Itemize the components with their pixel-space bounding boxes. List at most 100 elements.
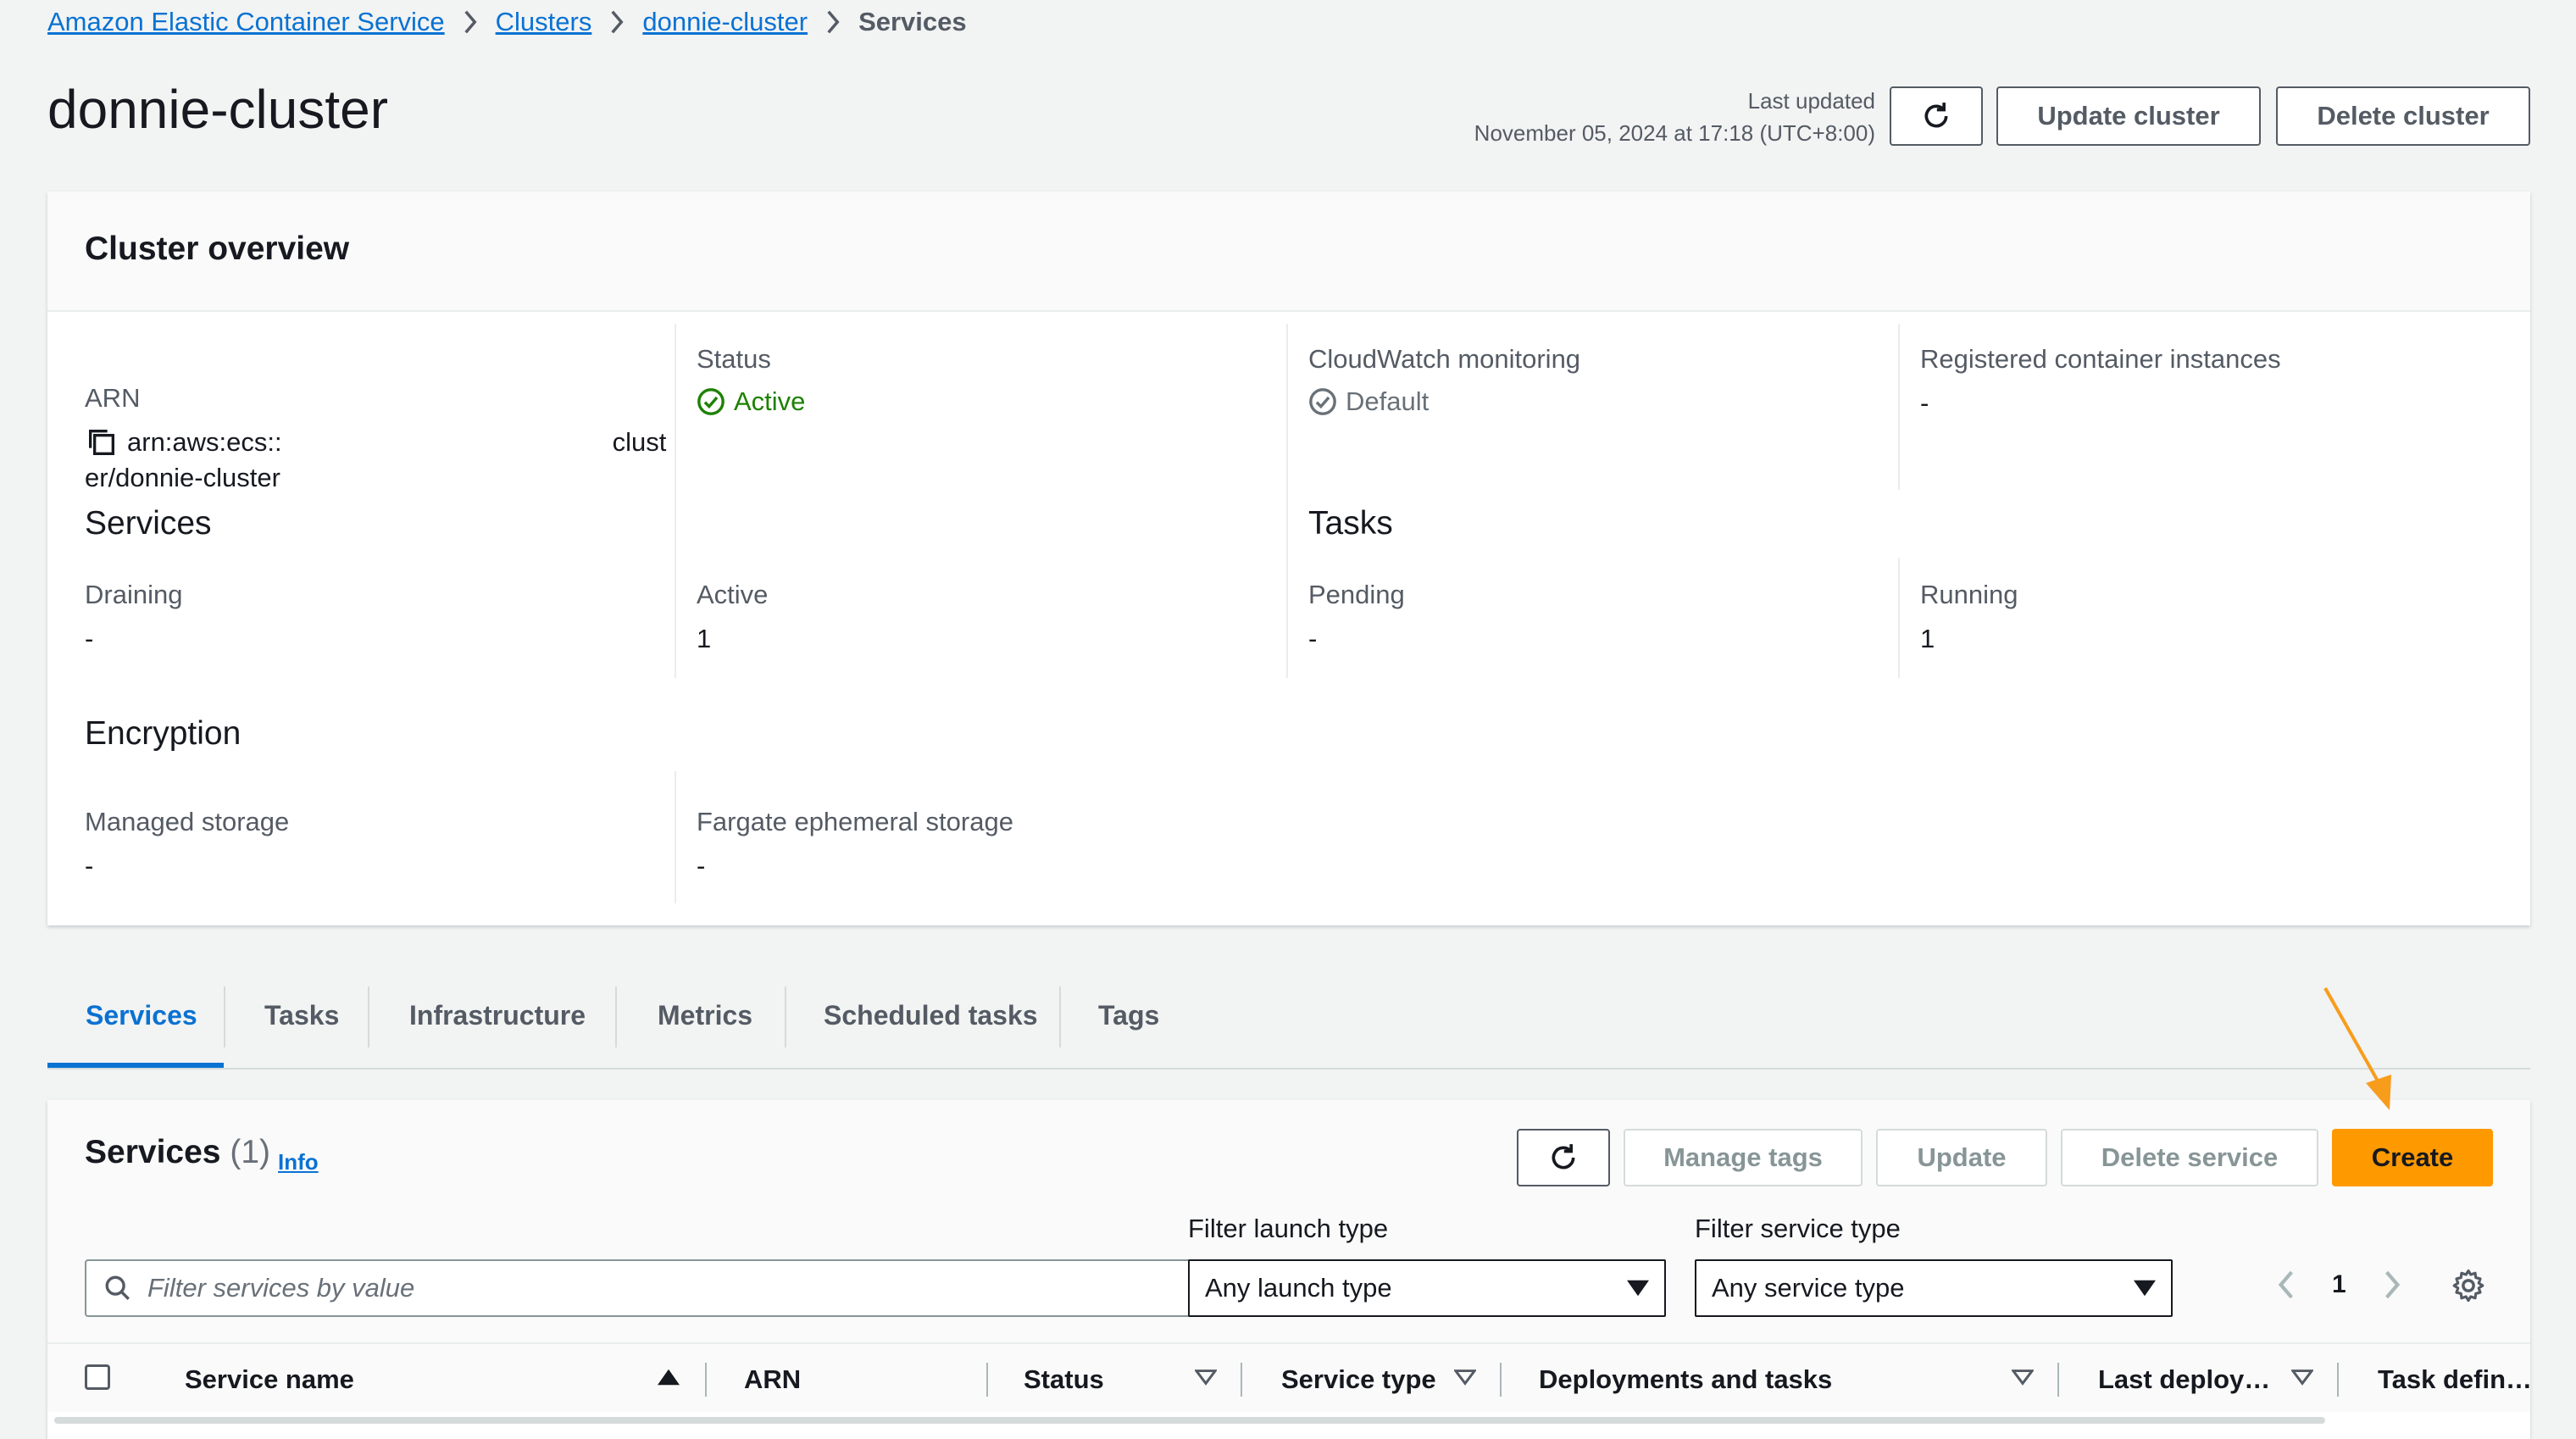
sort-icon[interactable] (1195, 1368, 1217, 1386)
col-status[interactable]: Status (1024, 1364, 1104, 1395)
managed-storage-value: - (85, 851, 94, 881)
active-label: Active (697, 580, 769, 609)
managed-storage-label: Managed storage (85, 807, 290, 836)
breadcrumb-link-cluster[interactable]: donnie-cluster (642, 7, 808, 37)
sort-icon[interactable] (2291, 1368, 2313, 1386)
column-divider[interactable] (705, 1363, 707, 1397)
column-divider[interactable] (1241, 1363, 1242, 1397)
copy-icon[interactable] (85, 425, 119, 459)
registered-label: Registered container instances (1920, 344, 2281, 374)
column-divider[interactable] (2337, 1363, 2339, 1397)
fargate-storage-value: - (697, 851, 706, 881)
service-type-select[interactable]: Any service type (1695, 1259, 2173, 1317)
col-arn[interactable]: ARN (744, 1364, 801, 1395)
divider (675, 771, 676, 903)
filter-launch-label: Filter launch type (1188, 1214, 1389, 1243)
sort-ascending-icon[interactable] (658, 1368, 680, 1386)
annotation-arrow-icon (2323, 987, 2391, 1110)
status-value: Active (697, 386, 805, 417)
tab-divider (368, 986, 369, 1047)
chevron-right-icon (808, 10, 858, 34)
gear-icon[interactable] (2451, 1268, 2486, 1303)
cluster-overview-card: Cluster overview ARN arn:aws:ecs:: clust… (47, 192, 2530, 925)
table-header: Service name ARN Status Service type Dep… (47, 1342, 2530, 1412)
tab-divider (1059, 986, 1061, 1047)
registered-instances-field: Registered container instances - (1920, 344, 2281, 419)
col-service-name[interactable]: Service name (185, 1364, 354, 1395)
sort-icon[interactable] (1454, 1368, 1476, 1386)
tab-divider (224, 986, 225, 1047)
col-last-deployment[interactable]: Last deploy… (2098, 1364, 2285, 1395)
column-divider[interactable] (2057, 1363, 2059, 1397)
cloudwatch-value: Default (1308, 386, 1580, 417)
launch-type-select[interactable]: Any launch type (1188, 1259, 1666, 1317)
tab-divider (615, 986, 617, 1047)
divider (1898, 558, 1900, 678)
arn-prefix: arn:aws:ecs:: (127, 427, 282, 457)
divider (1898, 324, 1900, 490)
active-field: Active 1 (697, 580, 768, 654)
divider (1286, 324, 1288, 678)
column-divider[interactable] (1500, 1363, 1502, 1397)
cluster-overview-title: Cluster overview (85, 231, 350, 267)
sort-icon[interactable] (2012, 1368, 2034, 1386)
col-deployments-tasks[interactable]: Deployments and tasks (1539, 1364, 1832, 1395)
services-panel: Services (1) Info Manage tags Update Del… (47, 1100, 2530, 1439)
tab-tasks[interactable]: Tasks (264, 1000, 339, 1031)
breadcrumb-current: Services (858, 7, 967, 36)
update-service-button[interactable]: Update (1876, 1129, 2047, 1186)
status-default-icon (1309, 388, 1336, 415)
draining-label: Draining (85, 580, 183, 609)
arn-field: ARN arn:aws:ecs:: clust er/donnie-cluste… (85, 383, 712, 493)
services-panel-header: Services (1) Info Manage tags Update Del… (47, 1100, 2530, 1342)
arn-suffix: clust (612, 427, 667, 457)
pending-label: Pending (1308, 580, 1405, 609)
tab-bar: Services Tasks Infrastructure Metrics Sc… (47, 975, 2530, 1070)
update-cluster-button[interactable]: Update cluster (1996, 86, 2261, 146)
tab-scheduled-tasks[interactable]: Scheduled tasks (824, 1000, 1038, 1031)
tasks-heading: Tasks (1308, 505, 1393, 542)
arn-value-cont: er/donnie-cluster (85, 463, 280, 492)
tab-metrics[interactable]: Metrics (658, 1000, 752, 1031)
tab-infrastructure[interactable]: Infrastructure (409, 1000, 586, 1031)
delete-service-button[interactable]: Delete service (2061, 1129, 2318, 1186)
page-number[interactable]: 1 (2332, 1270, 2346, 1299)
caret-down-icon (2134, 1280, 2156, 1297)
horizontal-scrollbar[interactable] (54, 1417, 2325, 1424)
fargate-storage-label: Fargate ephemeral storage (697, 807, 1013, 836)
fargate-storage-field: Fargate ephemeral storage - (697, 807, 1013, 881)
search-icon (105, 1275, 130, 1300)
info-link[interactable]: Info (278, 1149, 319, 1175)
running-value: 1 (1920, 624, 1935, 653)
search-placeholder: Filter services by value (147, 1273, 415, 1303)
chevron-right-icon (591, 10, 642, 34)
chevron-left-icon[interactable] (2276, 1270, 2296, 1299)
refresh-icon (1924, 103, 1948, 128)
arn-label: ARN (85, 383, 141, 413)
breadcrumb-link-clusters[interactable]: Clusters (496, 7, 592, 37)
col-task-definition[interactable]: Task defin… (2378, 1364, 2530, 1395)
refresh-services-button[interactable] (1517, 1129, 1610, 1186)
chevron-right-icon[interactable] (2382, 1270, 2402, 1299)
column-divider[interactable] (986, 1363, 988, 1397)
col-service-type[interactable]: Service type (1281, 1364, 1436, 1395)
services-count: (1) (230, 1134, 270, 1170)
active-value: 1 (697, 624, 712, 653)
chevron-right-icon (445, 10, 496, 34)
create-service-button[interactable]: Create (2332, 1129, 2493, 1186)
tab-tags[interactable]: Tags (1098, 1000, 1159, 1031)
arn-redacted (290, 430, 604, 455)
registered-value: - (1920, 388, 1929, 418)
running-label: Running (1920, 580, 2018, 609)
breadcrumb-link-ecs[interactable]: Amazon Elastic Container Service (47, 7, 445, 37)
tab-services[interactable]: Services (86, 1000, 197, 1031)
refresh-cluster-button[interactable] (1890, 86, 1983, 146)
select-all-checkbox[interactable] (85, 1364, 110, 1390)
status-field: Status Active (697, 344, 805, 417)
manage-tags-button[interactable]: Manage tags (1624, 1129, 1863, 1186)
draining-field: Draining - (85, 580, 182, 654)
encryption-heading: Encryption (85, 715, 242, 752)
search-input[interactable]: Filter services by value (85, 1259, 1203, 1317)
delete-cluster-button[interactable]: Delete cluster (2276, 86, 2530, 146)
pending-field: Pending - (1308, 580, 1405, 654)
